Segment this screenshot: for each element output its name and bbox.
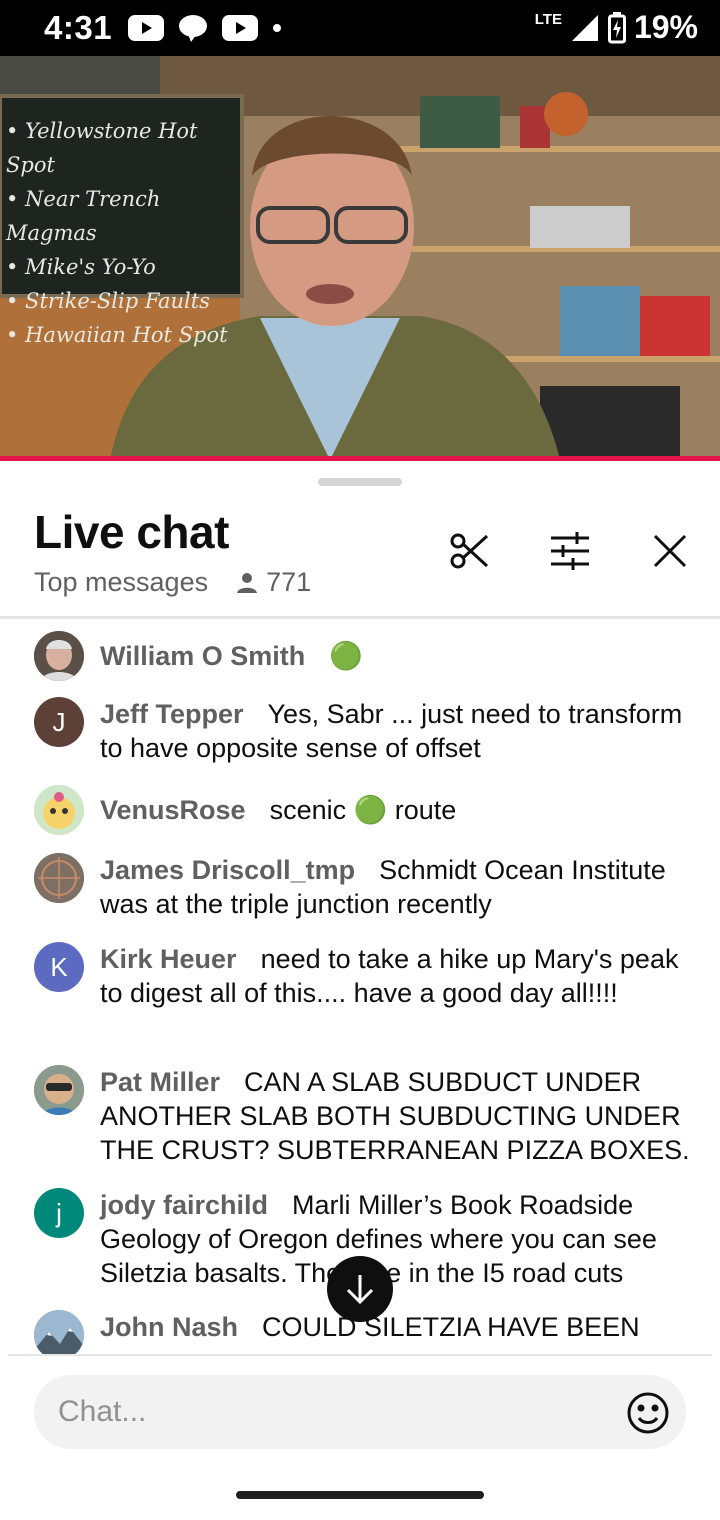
message-text: COULD SILETZIA HAVE BEEN [262, 1312, 640, 1342]
sliders-icon [551, 532, 589, 570]
message-author[interactable]: William O Smith [100, 641, 305, 671]
youtube-icon [222, 15, 258, 41]
scroll-to-bottom-button[interactable] [327, 1256, 393, 1322]
chat-message-list[interactable]: William O Smith 🟢 J Jeff Tepper Yes, Sabr … [0, 621, 720, 1354]
close-button[interactable] [648, 529, 692, 573]
emoji-button[interactable] [626, 1391, 670, 1435]
avatar[interactable] [34, 785, 84, 835]
youtube-icon [128, 15, 164, 41]
network-type: LTE [534, 11, 562, 28]
battery-icon [607, 11, 626, 43]
message-author[interactable]: John Nash [100, 1312, 238, 1342]
person-icon [237, 572, 258, 593]
status-time: 4:31 [44, 9, 113, 46]
avatar-photo [34, 853, 84, 903]
close-icon [653, 534, 687, 568]
message-text: 🟢 [329, 641, 363, 671]
chat-mode-selector[interactable]: Top messages 771 [34, 567, 311, 598]
avatar[interactable]: K [34, 942, 84, 992]
live-chat-panel: Live chat Top messages 771 William O Smi… [0, 461, 720, 1520]
viewer-count: 771 [236, 567, 311, 598]
panel-title: Live chat [34, 506, 229, 558]
chat-input[interactable] [34, 1375, 686, 1449]
status-bar: 4:31 LTE 19% [0, 0, 720, 56]
avatar-letter: J [52, 706, 66, 737]
video-player[interactable]: • Yellowstone Hot Spot • Near Trench Mag… [0, 56, 720, 460]
chalkboard-line: • Strike-Slip Faults [6, 289, 210, 313]
avatar-photo [34, 785, 84, 835]
avatar-photo [34, 1065, 84, 1115]
scissors-icon [450, 533, 489, 569]
avatar[interactable] [34, 1310, 84, 1354]
status-right: LTE 19% [535, 9, 698, 46]
message-author[interactable]: VenusRose [100, 795, 246, 825]
avatar[interactable] [34, 631, 84, 681]
dot-icon [273, 24, 281, 32]
battery-percent: 19% [633, 9, 698, 45]
avatar-letter: j [56, 1197, 62, 1228]
chalkboard-line: • Mike's Yo-Yo [6, 255, 156, 279]
chalkboard-line: • Hawaiian Hot Spot [6, 323, 228, 347]
home-indicator[interactable] [236, 1491, 484, 1499]
header-divider [0, 616, 720, 619]
avatar[interactable] [34, 853, 84, 903]
message-author[interactable]: Pat Miller [100, 1067, 220, 1097]
input-divider [8, 1354, 712, 1356]
message-author[interactable]: James Driscoll_tmp [100, 855, 355, 885]
drag-handle[interactable] [318, 478, 402, 486]
chalkboard-line: • Yellowstone Hot Spot [6, 119, 198, 177]
message-author[interactable]: Kirk Heuer [100, 944, 237, 974]
clip-button[interactable] [448, 529, 492, 573]
filter-button[interactable] [548, 529, 592, 573]
viewer-count-value: 771 [266, 567, 312, 597]
avatar[interactable]: j [34, 1188, 84, 1238]
signal-icon [571, 14, 598, 41]
avatar-photo [34, 1310, 84, 1354]
message-author[interactable]: jody fairchild [100, 1190, 268, 1220]
avatar-letter: K [50, 951, 68, 982]
message-text: scenic 🟢 route [269, 795, 457, 825]
chalkboard-line: • Near Trench Magmas [6, 187, 161, 245]
message-author[interactable]: Jeff Tepper [100, 699, 244, 729]
chat-mode-label: Top messages [34, 567, 209, 597]
chat-bubble-icon [179, 15, 207, 42]
chalkboard-text: • Yellowstone Hot Spot • Near Trench Mag… [6, 114, 238, 352]
smiley-icon [627, 1392, 669, 1434]
avatar[interactable]: J [34, 697, 84, 747]
avatar[interactable] [34, 1065, 84, 1115]
arrow-down-icon [346, 1275, 374, 1305]
notification-icons [128, 14, 282, 42]
avatar-photo [34, 631, 84, 681]
